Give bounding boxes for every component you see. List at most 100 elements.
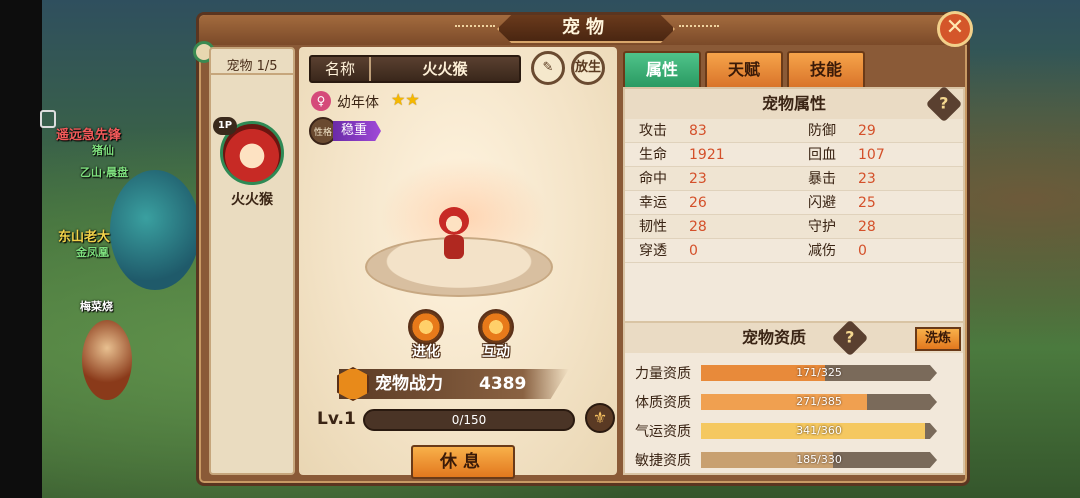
tab-bar: 属性 天赋 技能 — [623, 51, 869, 87]
power-label: 宠物战力 — [375, 374, 443, 394]
rest-button[interactable]: 休息 — [411, 445, 515, 479]
title-decoration-left — [455, 25, 495, 31]
stat-name: 闪避 — [808, 195, 836, 211]
aptitude-panel: 宠物资质 ? 洗炼 力量资质 171/325 体质资质 271/385 气运资质… — [623, 319, 965, 475]
pet-model-head — [439, 207, 469, 235]
stat-name: 防御 — [808, 123, 836, 139]
stat-value: 25 — [858, 195, 876, 211]
window-title: 宠物 — [497, 15, 675, 43]
pet-name-box: 名称 火火猴 — [309, 55, 521, 83]
growth-stage: 幼年体 — [337, 95, 379, 111]
level-up-button[interactable]: ⚜ — [585, 403, 615, 433]
tab-attributes[interactable]: 属性 — [623, 51, 701, 87]
trait-icon: 性格 — [309, 117, 337, 145]
stat-name: 穿透 — [639, 243, 667, 259]
aptitude-row: 力量资质 171/325 — [635, 363, 955, 383]
stat-row: 攻击 83 防御 29 — [625, 119, 963, 143]
player-name-2[interactable]: 猪仙 — [92, 142, 114, 158]
info-pane: 属性 天赋 技能 宠物属性 ? 攻击 83 防御 29 生命 1921 回血 107 命… — [623, 47, 965, 475]
stat-name: 回血 — [808, 147, 836, 163]
stat-value: 28 — [858, 219, 876, 235]
stat-row: 命中 23 暴击 23 — [625, 167, 963, 191]
fleur-icon: ⚜ — [592, 408, 608, 427]
help-icon: ? — [845, 328, 855, 347]
evolve-button[interactable]: 进化 — [401, 309, 451, 361]
attribute-help-button[interactable]: ? — [925, 85, 963, 123]
pet-list-item[interactable]: 1P 火火猴 — [213, 117, 287, 217]
stat-value: 29 — [858, 123, 876, 139]
aptitude-value: 185/330 — [796, 453, 842, 466]
aptitude-bar: 171/325 — [701, 365, 937, 381]
release-button[interactable]: 放生 — [571, 51, 605, 85]
aptitude-bar: 341/360 — [701, 423, 937, 439]
aptitude-name: 体质资质 — [635, 395, 691, 411]
attribute-panel: 宠物属性 ? 攻击 83 防御 29 生命 1921 回血 107 命中 23 暴击 23 … — [623, 85, 965, 327]
star-rating: ★★ — [391, 90, 420, 109]
stat-row: 生命 1921 回血 107 — [625, 143, 963, 167]
stat-name: 命中 — [639, 171, 667, 187]
stat-value: 83 — [689, 123, 707, 139]
pet-model[interactable] — [435, 207, 473, 263]
stat-name: 暴击 — [808, 171, 836, 187]
stat-name: 减伤 — [808, 243, 836, 259]
pet-name: 火火猴 — [422, 60, 468, 78]
pet-slot-badge: 1P — [213, 117, 237, 135]
aptitude-value: 271/385 — [796, 395, 842, 408]
help-icon: ? — [939, 94, 949, 113]
aptitude-bar: 185/330 — [701, 452, 937, 468]
exp-bar: 0/150 — [363, 409, 575, 431]
stat-name: 生命 — [639, 147, 667, 163]
evolve-label: 进化 — [412, 344, 440, 360]
stat-value: 107 — [858, 147, 885, 163]
lock-icon[interactable] — [40, 110, 56, 128]
aptitude-row: 气运资质 341/360 — [635, 421, 955, 441]
aptitude-value: 341/360 — [796, 424, 842, 437]
npc-warrior — [82, 320, 132, 400]
exp-text: 0/150 — [451, 413, 487, 427]
npc-dragon — [110, 170, 200, 290]
pet-list-name: 火火猴 — [231, 192, 273, 208]
player-name-5[interactable]: 金凤凰 — [76, 244, 109, 260]
attribute-header: 宠物属性 ? — [625, 85, 963, 123]
aptitude-help-button[interactable]: ? — [831, 319, 869, 357]
pet-window: 宠物 ✕ 宠物 1/5 1P 火火猴 名称 火火猴 ✎ 放生 ♀ 幼年体 ★★ … — [193, 11, 973, 486]
trait-badge: 稳重 — [333, 121, 382, 141]
player-name-4[interactable]: 东山老大 — [58, 226, 110, 245]
tab-skills[interactable]: 技能 — [787, 51, 865, 87]
attribute-table: 攻击 83 防御 29 生命 1921 回血 107 命中 23 暴击 23 幸运 26 闪避… — [625, 119, 963, 263]
stat-value: 28 — [689, 219, 707, 235]
close-button[interactable]: ✕ — [937, 11, 973, 47]
stat-name: 幸运 — [639, 195, 667, 211]
stat-value: 26 — [689, 195, 707, 211]
swirl-icon — [478, 309, 514, 345]
stat-value: 1921 — [689, 147, 725, 163]
player-name-1[interactable]: 遥远急先锋 — [56, 124, 121, 143]
rename-button[interactable]: ✎ — [531, 51, 565, 85]
player-name-6[interactable]: 梅菜烧 — [80, 298, 113, 314]
attribute-title: 宠物属性 — [761, 94, 826, 113]
stat-row: 穿透 0 减伤 0 — [625, 239, 963, 263]
aptitude-header: 宠物资质 ? 洗炼 — [625, 319, 963, 357]
pet-detail-pane: 名称 火火猴 ✎ 放生 ♀ 幼年体 ★★ 性格 稳重 进化 互动 宠物战力 43… — [299, 47, 617, 479]
stat-name: 守护 — [808, 219, 836, 235]
name-label: 名称 — [311, 57, 371, 81]
stat-row: 韧性 28 守护 28 — [625, 215, 963, 239]
stat-value: 23 — [689, 171, 707, 187]
aptitude-name: 敏捷资质 — [635, 453, 691, 469]
stat-name: 攻击 — [639, 123, 667, 139]
wash-button[interactable]: 洗炼 — [915, 327, 961, 351]
aptitude-row: 敏捷资质 185/330 — [635, 450, 955, 470]
pet-model-body — [444, 235, 464, 259]
aptitude-row: 体质资质 271/385 — [635, 392, 955, 412]
flame-icon — [408, 309, 444, 345]
player-name-3[interactable]: 乙山·晨盘 — [80, 164, 128, 180]
interact-button[interactable]: 互动 — [471, 309, 521, 361]
aptitude-bar: 271/385 — [701, 394, 937, 410]
aptitude-title: 宠物资质 — [741, 328, 806, 347]
pet-level: Lv.1 — [317, 409, 356, 429]
close-icon: ✕ — [945, 15, 965, 40]
female-icon: ♀ — [311, 91, 331, 111]
tab-talents[interactable]: 天赋 — [705, 51, 783, 87]
stat-value: 0 — [858, 243, 867, 259]
pet-count: 宠物 1/5 — [211, 49, 293, 75]
